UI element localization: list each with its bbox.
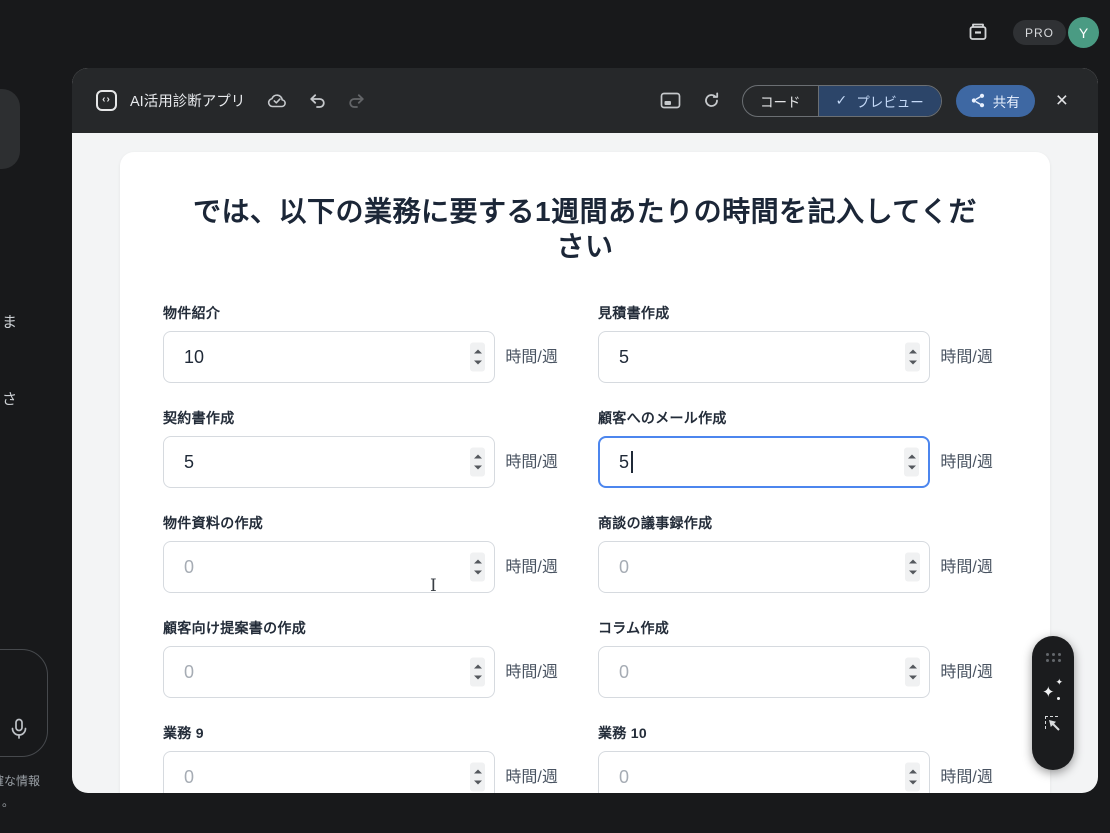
form-field: 見積書作成 5 時間/週 (598, 303, 993, 383)
number-spinner[interactable] (904, 447, 920, 477)
unit-label: 時間/週 (940, 453, 993, 471)
unit-label: 時間/週 (940, 663, 993, 681)
number-spinner[interactable] (905, 342, 921, 372)
cloud-saved-icon[interactable] (267, 92, 287, 109)
chat-bubble-fragment (0, 89, 20, 169)
canvas-header: ‹› AI活用診断アプリ コード ✓ プレビュー 共有 × (72, 68, 1098, 133)
form-field: 業務 10 0 時間/週 (598, 723, 993, 793)
form-field: 業務 9 0 時間/週 (163, 723, 558, 793)
canvas-title: AI活用診断アプリ (130, 94, 246, 110)
number-spinner[interactable] (470, 657, 486, 687)
drag-dots-icon[interactable] (1045, 653, 1061, 662)
unit-label: 時間/週 (940, 558, 993, 576)
share-icon (971, 93, 985, 108)
share-button-label: 共有 (992, 94, 1020, 110)
number-input[interactable]: 0 (598, 751, 931, 793)
form-card: では、以下の業務に要する1週間あたりの時間を記入してください 物件紹介 10 時… (120, 152, 1050, 793)
number-input[interactable]: 5 (163, 436, 496, 488)
form-field: 商談の議事録作成 0 時間/週 (598, 513, 993, 593)
unit-label: 時間/週 (505, 558, 558, 576)
form-field: 物件紹介 10 時間/週 (163, 303, 558, 383)
number-input[interactable]: 0 (598, 646, 931, 698)
undo-icon[interactable] (309, 93, 326, 109)
number-input[interactable]: 10 (163, 331, 496, 383)
field-label: 顧客へのメール作成 (598, 410, 727, 426)
unit-label: 時間/週 (940, 768, 993, 786)
form-title: では、以下の業務に要する1週間あたりの時間を記入してください (193, 196, 977, 262)
printer-icon[interactable] (966, 19, 992, 45)
form-field: 物件資料の作成 0 時間/週 (163, 513, 558, 593)
number-input[interactable]: 5 (598, 436, 931, 488)
form-field: 顧客へのメール作成 5 時間/週 (598, 408, 993, 488)
chat-text-fragment-2: さ (2, 391, 18, 408)
text-caret (631, 451, 633, 473)
code-preview-toggle: コード ✓ プレビュー (742, 84, 942, 117)
canvas-tools-pill: ✦ ✦ (1032, 636, 1074, 770)
check-icon: ✓ (835, 92, 848, 108)
pip-icon[interactable] (660, 92, 681, 109)
number-spinner[interactable] (470, 447, 486, 477)
preview-tab-label: プレビュー (856, 94, 924, 110)
number-input[interactable]: 0 (163, 541, 496, 593)
field-label: 業務 10 (598, 725, 647, 741)
code-tab[interactable]: コード (743, 85, 819, 116)
share-button[interactable]: 共有 (955, 84, 1035, 117)
field-label: 物件資料の作成 (163, 515, 264, 531)
field-label: 業務 9 (163, 725, 204, 741)
field-label: 物件紹介 (163, 305, 221, 321)
chat-text-fragment-1: ま (2, 314, 18, 331)
field-label: 顧客向け提案書の作成 (163, 620, 306, 636)
number-spinner[interactable] (905, 552, 921, 582)
number-spinner[interactable] (905, 657, 921, 687)
unit-label: 時間/週 (505, 348, 558, 366)
unit-label: 時間/週 (505, 663, 558, 681)
number-input[interactable]: 5 (598, 331, 931, 383)
field-label: コラム作成 (598, 620, 670, 636)
pro-badge: PRO (1013, 20, 1067, 45)
number-spinner[interactable] (470, 342, 486, 372)
form-field: 顧客向け提案書の作成 0 時間/週 (163, 618, 558, 698)
disclaimer-text-fragment: 確な情報 (0, 774, 41, 788)
avatar[interactable]: Y (1068, 17, 1099, 48)
canvas-app-icon: ‹› (96, 90, 117, 111)
mic-icon[interactable] (9, 718, 31, 742)
number-spinner[interactable] (905, 762, 921, 792)
unit-label: 時間/週 (940, 348, 993, 366)
number-input[interactable]: 0 (598, 541, 931, 593)
number-spinner[interactable] (470, 762, 486, 792)
unit-label: 時間/週 (505, 768, 558, 786)
field-label: 商談の議事録作成 (598, 515, 713, 531)
number-spinner[interactable] (470, 552, 486, 582)
field-label: 契約書作成 (163, 410, 235, 426)
number-input[interactable]: 0 (163, 751, 496, 793)
preview-tab[interactable]: ✓ プレビュー (818, 85, 941, 116)
field-label: 見積書作成 (598, 305, 670, 321)
redo-icon[interactable] (348, 93, 365, 109)
preview-area: では、以下の業務に要する1週間あたりの時間を記入してください 物件紹介 10 時… (72, 133, 1098, 793)
sparkle-icon[interactable]: ✦ ✦ (1042, 677, 1063, 701)
canvas-panel: ‹› AI活用診断アプリ コード ✓ プレビュー 共有 × では、以下の業務に要… (72, 68, 1098, 793)
disclaimer-text-fragment-2: 。 (2, 795, 15, 809)
refresh-icon[interactable] (703, 92, 720, 109)
close-icon[interactable]: × (1054, 90, 1070, 111)
unit-label: 時間/週 (505, 453, 558, 471)
form-grid: 物件紹介 10 時間/週 見積書作成 5 時間/週 契約書作成 5 時間/週 顧… (120, 303, 1050, 793)
prompt-input-box[interactable] (0, 649, 48, 757)
number-input[interactable]: 0 (163, 646, 496, 698)
form-field: コラム作成 0 時間/週 (598, 618, 993, 698)
select-element-icon[interactable] (1044, 716, 1062, 733)
form-field: 契約書作成 5 時間/週 (163, 408, 558, 488)
